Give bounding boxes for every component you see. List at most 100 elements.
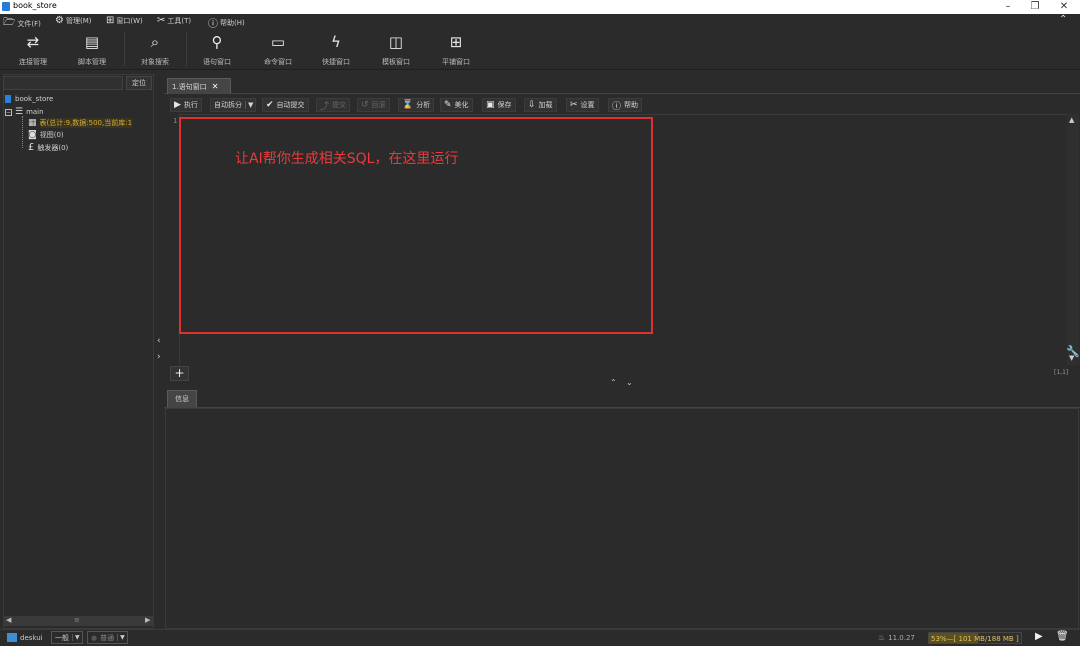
collapse-icon[interactable]: − <box>5 108 12 116</box>
view-icon: ◙ <box>28 130 37 140</box>
save-icon: ▣ <box>486 100 495 110</box>
windows-icon: ⊞ <box>106 15 115 26</box>
auto-commit-toggle[interactable]: ✔ 自动提交 <box>262 98 309 112</box>
lightning-icon: ϟ <box>331 33 341 51</box>
command-icon: ▭ <box>270 33 286 51</box>
role-label: 普通 <box>100 633 115 642</box>
execute-button[interactable]: ▶ 执行 <box>170 98 202 112</box>
load-label: 加载 <box>538 101 553 109</box>
tables-label: 表(总计:9,数据:500,当前库:1 <box>39 118 133 128</box>
template-window-button[interactable]: ◫ 模板窗口 <box>366 32 426 67</box>
menu-bar: 🗁 文件(F) ⚙ 管理(M) ⊞ 窗口(W) ✂ 工具(T) ⓘ 帮助(H) … <box>0 14 1080 30</box>
triggers-label: 触发器(0) <box>37 143 69 152</box>
tree-item-schema[interactable]: − ☰ main <box>5 107 44 117</box>
menu-tools[interactable]: ✂ 工具(T) <box>157 15 191 26</box>
statement-window-button[interactable]: ⚲ 语句窗口 <box>187 32 247 67</box>
scroll-right-icon[interactable]: ▶ <box>145 616 150 624</box>
scroll-up-icon[interactable]: ▲ <box>1069 116 1074 124</box>
editor-vscrollbar[interactable]: ▲ ▼ <box>1067 114 1079 365</box>
scroll-left-icon[interactable]: ◀ <box>6 616 11 624</box>
tab-info[interactable]: 信息 <box>167 390 197 407</box>
script-manager-button[interactable]: ▤ 脚本管理 <box>62 32 122 67</box>
user-icon <box>7 633 17 642</box>
menu-window-label: 窗口(W) <box>116 16 143 25</box>
tab-label: 1.语句窗口 <box>172 82 207 91</box>
help-label: 帮助 <box>624 101 639 109</box>
menu-file-label: 文件(F) <box>17 19 41 28</box>
analyze-label: 分析 <box>416 101 431 109</box>
chevron-down-icon[interactable]: ▼ <box>245 101 255 109</box>
user-label: deskui <box>20 633 43 642</box>
auto-split-select[interactable]: 自动拆分 ▼ <box>210 98 257 112</box>
check-icon: ✔ <box>266 100 274 110</box>
trigger-icon: £ <box>28 142 35 153</box>
search-icon: ⚲ <box>211 33 223 51</box>
expand-down-icon[interactable]: ⌄ <box>626 378 633 387</box>
add-button[interactable]: + <box>170 366 189 381</box>
tab-statement-window[interactable]: 1.语句窗口 ✕ <box>167 78 231 94</box>
chevron-down-icon[interactable]: ▼ <box>117 634 127 641</box>
quick-window-button[interactable]: ϟ 快捷窗口 <box>306 32 366 67</box>
beautify-button[interactable]: ✎ 美化 <box>440 98 473 112</box>
commit-button[interactable]: ⤴ 提交 <box>316 98 351 112</box>
locate-button[interactable]: 定位 <box>126 76 152 90</box>
settings-button[interactable]: ✂ 设置 <box>566 98 599 112</box>
commit-label: 提交 <box>332 101 347 109</box>
help-button[interactable]: ⓘ 帮助 <box>608 98 643 112</box>
close-tab-icon[interactable]: ✕ <box>212 82 219 91</box>
save-button[interactable]: ▣ 保存 <box>482 98 516 112</box>
template-icon: ◫ <box>388 33 404 51</box>
menu-window[interactable]: ⊞ 窗口(W) <box>106 15 143 26</box>
wrench-icon[interactable]: 🔧 <box>1066 345 1080 358</box>
tree-item-tables[interactable]: ▦ 表(总计:9,数据:500,当前库:1 <box>28 118 133 128</box>
close-button[interactable]: ✕ <box>1051 0 1077 14</box>
tree-item-database[interactable]: book_store <box>5 95 53 103</box>
object-search-button[interactable]: ⌕ 对象搜索 <box>125 32 185 67</box>
analyze-button[interactable]: ⌛ 分析 <box>398 98 435 112</box>
menu-manage[interactable]: ⚙ 管理(M) <box>55 15 91 26</box>
memory-usage[interactable]: 53%—[ 101 MB/188 MB ] <box>928 632 1022 644</box>
toolbar-label: 语句窗口 <box>203 58 231 66</box>
status-user[interactable]: deskui <box>7 633 43 642</box>
trash-icon[interactable]: 🗑 <box>1056 631 1069 642</box>
views-label: 视图(0) <box>39 131 64 139</box>
toolbar: ⇄ 连接管理 ▤ 脚本管理 ⌕ 对象搜索 ⚲ 语句窗口 ▭ 命令窗口 ϟ 快捷窗… <box>0 28 1080 70</box>
play-icon: ▶ <box>174 100 181 110</box>
table-icon: ▦ <box>28 118 37 128</box>
locate-input[interactable] <box>3 76 123 90</box>
role-select[interactable]: ● 普通 ▼ <box>87 631 128 644</box>
play-icon[interactable]: ▶ <box>1035 631 1043 642</box>
connection-manager-button[interactable]: ⇄ 连接管理 <box>3 32 63 67</box>
splitter-left-icon[interactable]: ‹ <box>157 336 161 346</box>
tree-item-views[interactable]: ◙ 视图(0) <box>28 130 64 140</box>
annotation-text: 让AI帮你生成相关SQL，在这里运行 <box>235 151 459 167</box>
command-window-button[interactable]: ▭ 命令窗口 <box>248 32 308 67</box>
tile-window-button[interactable]: ⊞ 平铺窗口 <box>426 32 486 67</box>
minimize-button[interactable]: – <box>995 0 1021 14</box>
chevron-down-icon[interactable]: ▼ <box>72 634 82 641</box>
tree-item-triggers[interactable]: £ 触发器(0) <box>28 142 68 153</box>
execute-label: 执行 <box>183 101 198 109</box>
database-label: book_store <box>15 95 54 103</box>
restore-button[interactable]: ❐ <box>1022 0 1048 14</box>
tile-icon: ⊞ <box>449 33 463 51</box>
commit-icon: ⤴ <box>320 101 330 112</box>
rollback-button[interactable]: ↺ 回滚 <box>357 98 390 112</box>
mode-select[interactable]: 一般 ▼ <box>51 631 83 644</box>
status-bar: deskui 一般 ▼ ● 普通 ▼ ♨ 11.0.27 53%—[ 101 M… <box>0 629 1080 646</box>
java-icon: ♨ <box>878 633 886 642</box>
rollback-icon: ↺ <box>361 100 369 110</box>
auto-commit-label: 自动提交 <box>276 101 305 109</box>
splitter-right-icon[interactable]: › <box>157 352 161 362</box>
beautify-icon: ✎ <box>444 100 452 110</box>
load-button[interactable]: ⇩ 加载 <box>524 98 557 112</box>
toolbar-label: 连接管理 <box>19 58 47 66</box>
database-icon <box>5 95 11 103</box>
tree-hscrollbar[interactable]: ◀ ≡ ▶ <box>4 616 154 626</box>
collapse-toolbar-icon[interactable]: ⌃ <box>1059 14 1067 25</box>
toolbar-label: 平铺窗口 <box>442 58 470 66</box>
scroll-thumb-icon[interactable]: ≡ <box>74 616 80 624</box>
version-label: 11.0.27 <box>888 633 915 642</box>
object-tree-panel <box>3 74 154 629</box>
expand-up-icon[interactable]: ⌃ <box>610 378 617 387</box>
